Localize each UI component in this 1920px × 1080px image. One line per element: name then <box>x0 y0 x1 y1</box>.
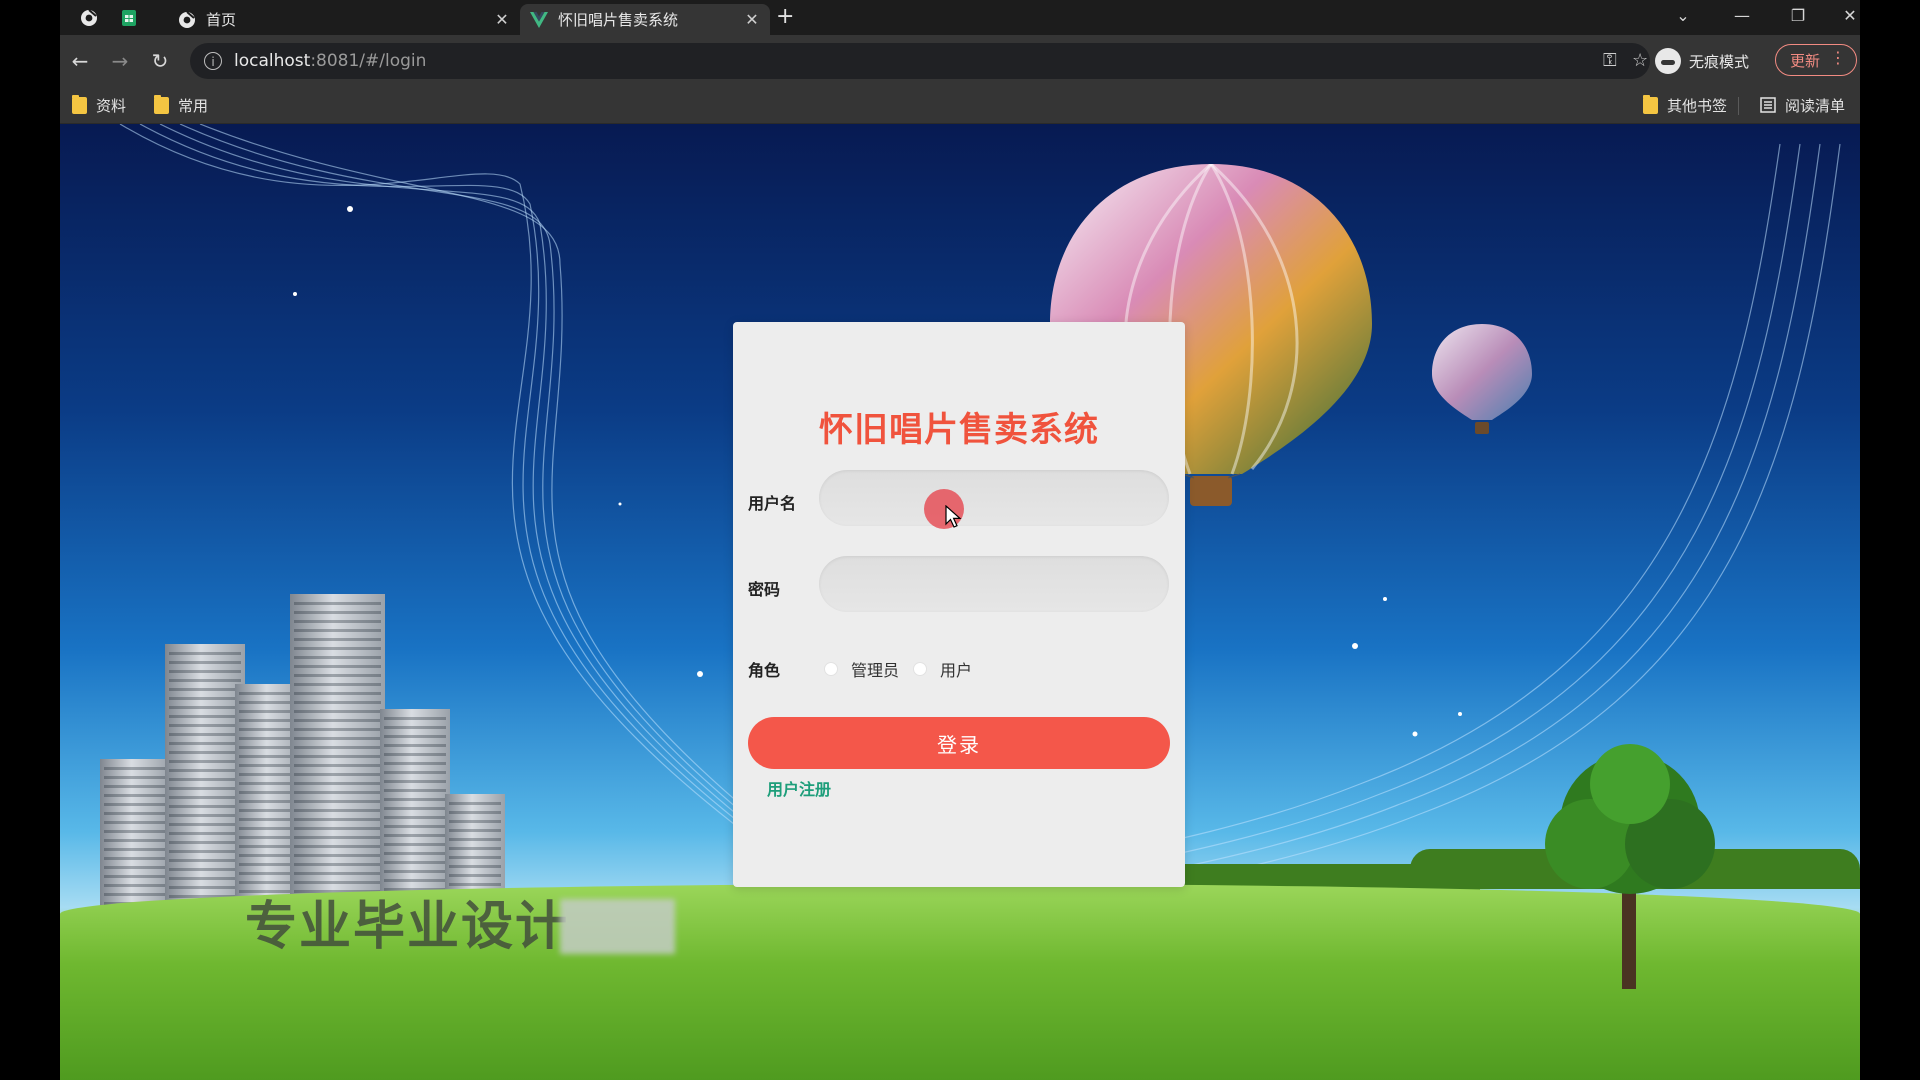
tab-favicon <box>178 10 196 29</box>
tree <box>1545 744 1715 989</box>
reading-list[interactable]: 阅读清单 <box>1760 95 1845 115</box>
login-card: 怀旧唱片售卖系统 用户名 密码 角色 管理员 用户 登录 用户注册 <box>733 322 1185 887</box>
tab-favicon <box>530 11 548 29</box>
bookmark-folder-ziliao[interactable]: 资料 <box>72 94 127 115</box>
minimize-icon[interactable]: — <box>1722 2 1762 30</box>
password-label: 密码 <box>748 580 781 599</box>
watermark-text: 专业毕业设计 <box>245 897 570 957</box>
close-icon[interactable]: ✕ <box>494 10 510 29</box>
star-icon[interactable]: ☆ <box>1632 50 1648 71</box>
tab-strip: 首页 ✕ 怀旧唱片售卖系统 ✕ + ⌄ — ❐ ✕ <box>60 0 1860 35</box>
role-selector: 角色 管理员 用户 <box>748 658 972 680</box>
incognito-icon <box>1655 48 1681 74</box>
register-link[interactable]: 用户注册 <box>767 776 831 800</box>
update-button[interactable]: 更新 ⋮ <box>1775 44 1857 76</box>
other-bookmarks[interactable]: 其他书签 <box>1643 94 1728 115</box>
restore-icon[interactable]: ❐ <box>1778 2 1818 30</box>
screen: 首页 ✕ 怀旧唱片售卖系统 ✕ + ⌄ — ❐ ✕ ← → ↻ i localh… <box>60 0 1860 1080</box>
role-option-admin[interactable]: 管理员 <box>851 657 899 681</box>
role-radio-user[interactable] <box>913 662 928 676</box>
role-option-user[interactable]: 用户 <box>940 657 972 681</box>
address-bar[interactable]: i localhost:8081/#/login ⚿ ☆ <box>190 43 1650 79</box>
url-host: localhost <box>234 51 311 71</box>
bookmarks-divider <box>1738 97 1739 115</box>
pinned-tab-chrome[interactable] <box>72 4 106 31</box>
hot-air-balloon-small <box>1432 324 1532 434</box>
reload-icon[interactable]: ↻ <box>146 47 174 75</box>
login-page: 专业毕业设计 怀旧唱片售卖系统 用户名 密码 角色 管理员 用户 登录 用户注册 <box>60 124 1860 1080</box>
back-icon[interactable]: ← <box>66 47 94 75</box>
vue-icon <box>530 11 548 28</box>
update-label: 更新 <box>1790 51 1821 70</box>
tab-title: 首页 <box>206 11 237 29</box>
browser-toolbar: ← → ↻ i localhost:8081/#/login ⚿ ☆ 无痕模式 … <box>60 35 1860 87</box>
tab-home[interactable]: 首页 ✕ <box>168 4 520 35</box>
url-path: :8081/#/login <box>310 51 427 71</box>
username-label: 用户名 <box>748 494 797 513</box>
reading-list-icon <box>1760 97 1776 113</box>
tab-title: 怀旧唱片售卖系统 <box>558 11 679 29</box>
folder-icon <box>72 94 87 114</box>
watermark-blur <box>560 899 675 954</box>
folder-icon <box>154 94 169 114</box>
pinned-tab-sheets[interactable] <box>112 4 146 31</box>
new-tab-button[interactable]: + <box>776 6 794 28</box>
reading-list-label: 阅读清单 <box>1785 96 1846 115</box>
login-button[interactable]: 登录 <box>748 717 1170 769</box>
role-label: 角色 <box>748 661 781 680</box>
menu-dots-icon[interactable]: ⋮ <box>1830 48 1846 67</box>
role-radio-admin[interactable] <box>824 662 838 676</box>
bookmark-label: 常用 <box>178 96 209 115</box>
login-title: 怀旧唱片售卖系统 <box>819 410 1099 450</box>
incognito-indicator[interactable]: 无痕模式 <box>1655 45 1749 77</box>
other-bookmarks-label: 其他书签 <box>1667 96 1728 115</box>
username-input[interactable] <box>819 470 1169 526</box>
bookmark-folder-changyong[interactable]: 常用 <box>154 94 209 115</box>
incognito-label: 无痕模式 <box>1689 52 1750 71</box>
password-input[interactable] <box>819 556 1169 612</box>
folder-icon <box>1643 94 1658 114</box>
forward-icon[interactable]: → <box>106 47 134 75</box>
bookmarks-bar: 资料 常用 其他书签 阅读清单 <box>60 87 1860 124</box>
chrome-icon <box>179 10 195 28</box>
close-icon[interactable]: ✕ <box>744 10 760 29</box>
chrome-icon <box>81 8 97 26</box>
key-icon[interactable]: ⚿ <box>1603 50 1617 71</box>
sheets-icon <box>122 9 136 26</box>
tab-search-icon[interactable]: ⌄ <box>1663 2 1703 30</box>
mouse-cursor-icon <box>945 505 962 528</box>
bookmark-label: 资料 <box>96 96 127 115</box>
tab-login[interactable]: 怀旧唱片售卖系统 ✕ <box>520 4 770 35</box>
info-icon[interactable]: i <box>204 52 222 70</box>
window-close-icon[interactable]: ✕ <box>1835 2 1860 30</box>
